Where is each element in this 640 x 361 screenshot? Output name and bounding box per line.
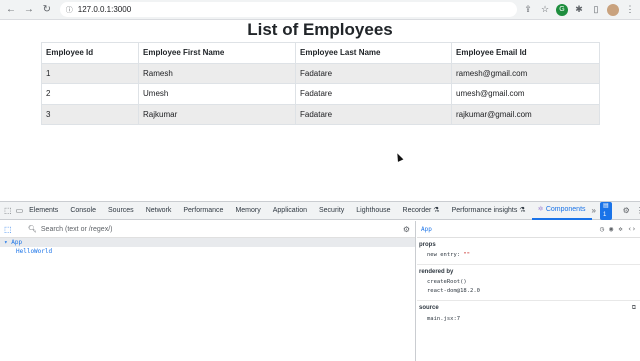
devtools-menu-icon[interactable]: ⋮ xyxy=(636,206,640,215)
rendered-by-section: rendered by createRoot() react-dom@18.2.… xyxy=(417,265,640,301)
components-panel: ⬚ 🔍︎ Search (text or /regex/) ⚙ ▾ App He… xyxy=(0,221,640,361)
mouse-cursor-icon xyxy=(394,152,404,162)
page-title: List of Employees xyxy=(247,20,393,39)
tab-lighthouse[interactable]: Lighthouse xyxy=(350,202,396,219)
section-title: rendered by xyxy=(419,269,454,275)
column-header: Employee Id xyxy=(41,42,139,64)
cell-email: rajkumar@gmail.com xyxy=(451,103,600,125)
info-icon[interactable]: ⓘ xyxy=(66,5,73,15)
message-count-badge[interactable]: ▤ 1 xyxy=(599,201,612,220)
bug-icon[interactable]: ✲ xyxy=(618,225,622,233)
sidebar-icon[interactable]: ▯ xyxy=(590,4,602,16)
cell-id: 2 xyxy=(41,83,139,105)
component-details-pane: App ◷ ◉ ✲ ‹› props new entry: "" rendere… xyxy=(417,221,640,361)
arrow-left-icon[interactable]: ← xyxy=(4,3,18,17)
cell-last-name: Fadatare xyxy=(295,83,452,105)
cell-email: umesh@gmail.com xyxy=(451,83,600,105)
section-title-row: source ⧉ xyxy=(419,305,636,312)
component-tree-pane: ⬚ 🔍︎ Search (text or /regex/) ⚙ ▾ App He… xyxy=(0,221,416,361)
inspect-element-icon[interactable]: ⬚ xyxy=(4,205,12,217)
profile-avatar[interactable] xyxy=(607,3,620,16)
timer-icon[interactable]: ◷ xyxy=(600,225,604,233)
section-title: props xyxy=(419,242,436,248)
source-location[interactable]: main.jsx:7 xyxy=(419,315,636,324)
arrow-right-icon[interactable]: → xyxy=(22,3,36,17)
table-row: 3 Rajkumar Fadatare rajkumar@gmail.com xyxy=(41,103,600,125)
extensions-puzzle-icon[interactable]: ✱ xyxy=(573,4,585,16)
react-logo-icon: ⚛ xyxy=(537,206,544,213)
column-header: Employee Email Id xyxy=(451,42,600,64)
page-content: List of Employees Employee Id Employee F… xyxy=(0,20,640,201)
message-count: 1 xyxy=(602,211,607,218)
reload-icon[interactable]: ↻ xyxy=(40,3,54,17)
eye-icon[interactable]: ◉ xyxy=(609,225,613,233)
employees-table: Employee Id Employee First Name Employee… xyxy=(41,42,600,125)
code-icon[interactable]: ‹› xyxy=(628,225,636,233)
tab-performance-insights[interactable]: Performance insights ⚗ xyxy=(446,202,532,219)
select-element-icon[interactable]: ⬚ xyxy=(4,225,18,234)
section-title: source xyxy=(419,305,439,311)
tree-item-label: App xyxy=(11,239,23,246)
copy-icon[interactable]: ⧉ xyxy=(632,305,636,312)
selected-component-header: App ◷ ◉ ✲ ‹› xyxy=(417,221,640,238)
browser-toolbar: ← → ↻ ⓘ 127.0.0.1:3000 ⇪ ☆ G ✱ ▯ ⋮ xyxy=(0,0,640,20)
cell-last-name: Fadatare xyxy=(295,62,452,84)
tab-console[interactable]: Console xyxy=(64,202,102,219)
tab-memory[interactable]: Memory xyxy=(229,202,266,219)
browser-actions: ⇪ ☆ G ✱ ▯ ⋮ xyxy=(517,3,640,16)
star-icon[interactable]: ☆ xyxy=(539,4,551,16)
devtools-tabbar: ⬚ ▭ Elements Console Sources Network Per… xyxy=(0,201,640,220)
devtools-right-actions: » ▤ 1 ⚙ ⋮ ✕ xyxy=(592,201,640,220)
tree-item-label: HelloWorld xyxy=(16,248,53,255)
devtools-panel: ⬚ ▭ Elements Console Sources Network Per… xyxy=(0,201,640,361)
more-tabs-icon[interactable]: » xyxy=(592,206,596,215)
tab-components[interactable]: ⚛ Components xyxy=(531,201,592,220)
search-icon: 🔍︎ xyxy=(28,226,37,233)
tab-components-label: Components xyxy=(545,206,586,213)
props-section: props new entry: "" xyxy=(417,238,640,265)
share-icon[interactable]: ⇪ xyxy=(522,4,534,16)
cell-first-name: Rajkumar xyxy=(138,103,296,125)
source-section: source ⧉ main.jsx:7 xyxy=(417,301,640,328)
new-prop-entry[interactable]: new entry: "" xyxy=(419,251,636,260)
grammarly-extension-icon[interactable]: G xyxy=(556,3,569,16)
tab-elements[interactable]: Elements xyxy=(23,202,64,219)
url-text: 127.0.0.1:3000 xyxy=(77,5,132,14)
tab-application[interactable]: Application xyxy=(267,202,313,219)
prop-value[interactable]: "" xyxy=(463,252,470,258)
tree-item-helloworld[interactable]: HelloWorld xyxy=(0,247,415,256)
details-actions: ◷ ◉ ✲ ‹› xyxy=(595,225,640,233)
tab-performance[interactable]: Performance xyxy=(177,202,229,219)
tab-network[interactable]: Network xyxy=(140,202,178,219)
tab-recorder[interactable]: Recorder ⚗ xyxy=(397,202,446,219)
cell-first-name: Umesh xyxy=(138,83,296,105)
table-row: 1 Ramesh Fadatare ramesh@gmail.com xyxy=(41,62,600,84)
tree-item-app[interactable]: ▾ App xyxy=(0,238,415,247)
rendered-by-item: react-dom@18.2.0 xyxy=(427,288,480,294)
column-header: Employee First Name xyxy=(138,42,296,64)
cell-email: ramesh@gmail.com xyxy=(451,62,600,84)
cell-first-name: Ramesh xyxy=(138,62,296,84)
tab-sources[interactable]: Sources xyxy=(102,202,140,219)
address-bar[interactable]: ⓘ 127.0.0.1:3000 xyxy=(59,2,518,17)
column-header: Employee Last Name xyxy=(295,42,452,64)
settings-gear-icon[interactable]: ⚙ xyxy=(403,225,410,234)
cell-id: 3 xyxy=(41,103,139,125)
settings-gear-icon[interactable]: ⚙ xyxy=(623,206,630,215)
table-row: 2 Umesh Fadatare umesh@gmail.com xyxy=(41,83,600,105)
rendered-by-item: createRoot() xyxy=(427,279,467,285)
table-header-row: Employee Id Employee First Name Employee… xyxy=(41,42,600,64)
selected-component-name: App xyxy=(421,225,432,233)
search-input[interactable]: Search (text or /regex/) xyxy=(41,226,113,233)
cell-id: 1 xyxy=(41,62,139,84)
device-toolbar-icon[interactable]: ▭ xyxy=(16,205,24,217)
cell-last-name: Fadatare xyxy=(295,103,452,125)
component-search-bar: ⬚ 🔍︎ Search (text or /regex/) ⚙ xyxy=(0,221,415,238)
tab-security[interactable]: Security xyxy=(313,202,350,219)
menu-kebab-icon[interactable]: ⋮ xyxy=(624,4,636,16)
prop-key: new entry: xyxy=(427,252,461,258)
